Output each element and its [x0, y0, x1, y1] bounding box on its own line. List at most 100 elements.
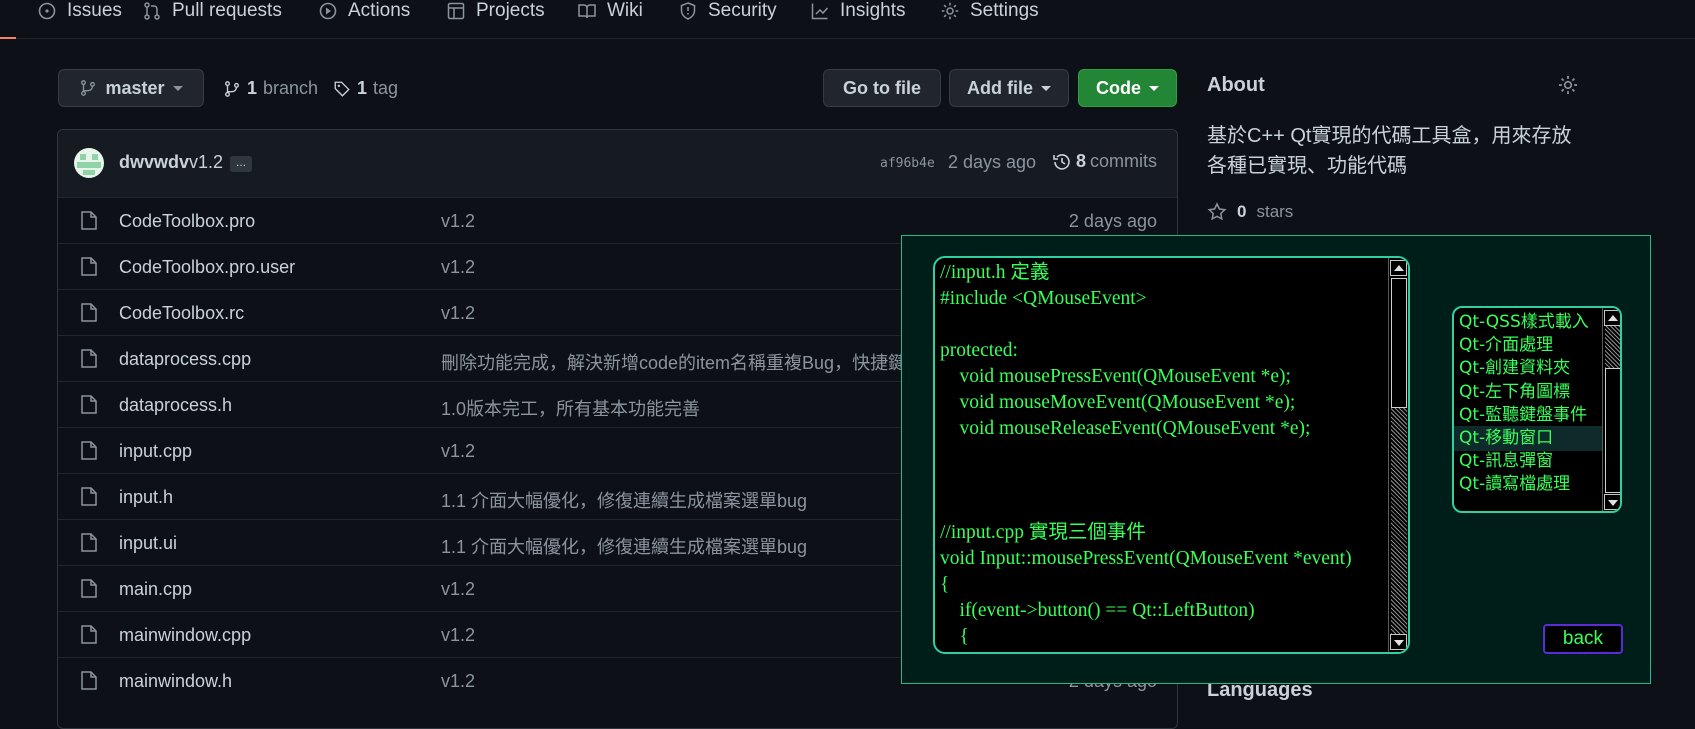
branch-count: 1: [247, 78, 258, 98]
branch-name: master: [105, 77, 165, 98]
code-scrollbar[interactable]: [1388, 258, 1408, 652]
list-item[interactable]: Qt-創建資料夾: [1454, 356, 1602, 381]
file-name[interactable]: input.h: [119, 487, 173, 508]
list-item[interactable]: Qt-移動窗口: [1454, 426, 1602, 451]
file-name[interactable]: mainwindow.cpp: [119, 625, 251, 646]
commit-author[interactable]: dwvwdv: [119, 152, 189, 173]
tab-projects[interactable]: Projects: [446, 0, 545, 22]
file-commit-message[interactable]: 1.1 介面大幅優化，修復連續生成檔案選單bug: [441, 533, 807, 559]
tab-projects-label: Projects: [476, 0, 545, 21]
tab-issues[interactable]: Issues: [37, 0, 122, 22]
file-name[interactable]: CodeToolbox.pro: [119, 211, 255, 232]
chevron-down-icon: [172, 85, 183, 91]
file-commit-message[interactable]: 1.0版本完工，所有基本功能完善: [441, 395, 700, 421]
code-viewer[interactable]: //input.h 定義 #include <QMouseEvent> prot…: [933, 256, 1410, 654]
branch-icon: [81, 80, 96, 96]
file-icon: [81, 487, 97, 506]
list-item[interactable]: Qt-QSS樣式載入: [1454, 310, 1602, 335]
branches-link[interactable]: 1 branch: [223, 78, 318, 99]
file-icon: [81, 349, 97, 368]
commit-message[interactable]: v1.2: [189, 152, 223, 173]
code-text: //input.h 定義 #include <QMouseEvent> prot…: [940, 262, 1352, 647]
about-heading: About: [1207, 74, 1265, 96]
tab-wiki-label: Wiki: [607, 0, 643, 21]
stars-label: stars: [1256, 202, 1294, 221]
history-icon: [1053, 153, 1070, 170]
tag-icon: [334, 81, 350, 97]
tab-insights-label: Insights: [840, 0, 906, 21]
file-name[interactable]: CodeToolbox.pro.user: [119, 257, 295, 278]
scroll-down-arrow-icon[interactable]: [1390, 634, 1407, 650]
file-name[interactable]: CodeToolbox.rc: [119, 303, 244, 324]
tab-security[interactable]: Security: [678, 0, 777, 22]
file-commit-message[interactable]: v1.2: [441, 257, 475, 278]
stars-count: 0: [1237, 202, 1247, 221]
list-item[interactable]: Qt-讀寫檔處理: [1454, 472, 1602, 497]
tags-link[interactable]: 1 tag: [333, 78, 398, 99]
list-item[interactable]: Qt-監聽鍵盤事件: [1454, 403, 1602, 428]
star-icon: [1207, 202, 1227, 221]
file-name[interactable]: mainwindow.h: [119, 671, 232, 692]
back-button[interactable]: back: [1543, 624, 1623, 654]
file-commit-message[interactable]: v1.2: [441, 441, 475, 462]
tag-count: 1: [357, 78, 368, 98]
file-icon: [81, 441, 97, 460]
scroll-up-arrow-icon[interactable]: [1390, 260, 1407, 276]
tab-pull-requests[interactable]: Pull requests: [142, 0, 282, 22]
book-icon: [578, 4, 596, 19]
stars-link[interactable]: 0 stars: [1207, 202, 1293, 222]
file-name[interactable]: dataprocess.h: [119, 395, 232, 416]
list-item[interactable]: Qt-介面處理: [1454, 333, 1602, 358]
file-name[interactable]: main.cpp: [119, 579, 192, 600]
file-commit-message[interactable]: 刪除功能完成，解決新增code的item名稱重複Bug，快捷鍵功: [441, 349, 924, 375]
commit-expand-button[interactable]: ...: [230, 156, 253, 172]
code-button[interactable]: Code: [1078, 69, 1177, 107]
scroll-track[interactable]: [1391, 408, 1407, 634]
file-commit-message[interactable]: v1.2: [441, 625, 475, 646]
file-icon: [81, 303, 97, 322]
file-commit-message[interactable]: v1.2: [441, 579, 475, 600]
tab-wiki[interactable]: Wiki: [577, 0, 643, 22]
file-name[interactable]: input.cpp: [119, 441, 192, 462]
file-commit-message[interactable]: v1.2: [441, 211, 475, 232]
file-icon: [81, 671, 97, 690]
commit-sha[interactable]: af96b4e: [880, 156, 935, 171]
file-name[interactable]: input.ui: [119, 533, 177, 554]
file-commit-message[interactable]: 1.1 介面大幅優化，修復連續生成檔案選單bug: [441, 487, 807, 513]
tab-actions[interactable]: Actions: [318, 0, 410, 22]
file-icon: [81, 533, 97, 552]
commits-count: 8: [1076, 151, 1087, 171]
go-to-file-button[interactable]: Go to file: [823, 69, 941, 107]
file-icon: [81, 625, 97, 644]
avatar[interactable]: [74, 148, 104, 178]
scroll-up-arrow-icon[interactable]: [1604, 310, 1620, 326]
file-name[interactable]: dataprocess.cpp: [119, 349, 251, 370]
scroll-track[interactable]: [1605, 326, 1620, 368]
scroll-down-arrow-icon[interactable]: [1604, 494, 1620, 510]
scroll-thumb[interactable]: [1391, 278, 1407, 408]
list-item[interactable]: Qt-左下角圖標: [1454, 380, 1602, 405]
file-commit-message[interactable]: v1.2: [441, 671, 475, 692]
pull-request-icon: [144, 2, 160, 20]
about-description-line: 基於C++ Qt實現的代碼工具盒，用來存放: [1207, 125, 1572, 147]
branch-select-button[interactable]: master: [58, 69, 204, 107]
list-scrollbar[interactable]: [1602, 308, 1620, 511]
list-item[interactable]: Qt-訊息彈窗: [1454, 449, 1602, 474]
scroll-thumb[interactable]: [1605, 368, 1620, 493]
branch-icon: [225, 80, 239, 97]
tab-settings[interactable]: Settings: [940, 0, 1039, 22]
tab-security-label: Security: [708, 0, 777, 21]
commits-label: commits: [1090, 151, 1158, 171]
snippet-list[interactable]: Qt-QSS樣式載入 Qt-介面處理 Qt-創建資料夾 Qt-左下角圖標 Qt-監聽鍵盤…: [1452, 306, 1622, 513]
gear-icon[interactable]: [1557, 74, 1579, 96]
active-tab-indicator: [0, 37, 16, 39]
file-commit-message[interactable]: v1.2: [441, 303, 475, 324]
add-file-button[interactable]: Add file: [949, 69, 1069, 107]
play-icon: [319, 2, 337, 20]
issues-icon: [38, 2, 56, 20]
commits-link[interactable]: 8 commits: [1052, 151, 1157, 172]
commit-age: 2 days ago: [948, 152, 1037, 172]
add-file-label: Add file: [967, 77, 1033, 98]
tab-insights[interactable]: Insights: [810, 0, 905, 22]
tab-issues-label: Issues: [67, 0, 122, 21]
